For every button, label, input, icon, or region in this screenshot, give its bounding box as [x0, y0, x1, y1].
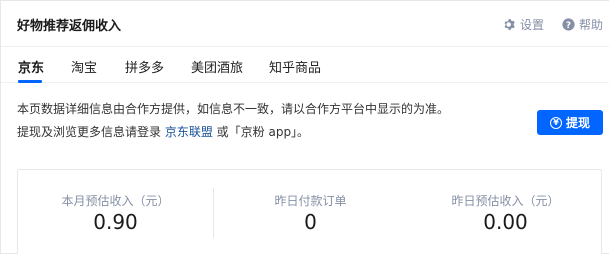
stat-label: 昨日预估收入（元） — [451, 194, 560, 208]
notice-suffix: 或「京粉 app」。 — [212, 125, 310, 139]
notice-line-2: 提现及浏览更多信息请登录 京东联盟 或「京粉 app」。 — [17, 123, 309, 140]
svg-text:?: ? — [566, 21, 571, 31]
tab-zhihu-goods[interactable]: 知乎商品 — [269, 57, 321, 76]
stat-value: 0.00 — [483, 210, 528, 234]
yen-circle-icon: ¥ — [549, 116, 562, 129]
tab-jd[interactable]: 京东 — [18, 57, 44, 76]
settings-link[interactable]: 设置 — [503, 16, 544, 33]
card-header: 好物推荐返佣收入 设置 ? 帮助 — [1, 1, 609, 47]
stat-value: 0.90 — [93, 210, 138, 234]
stat-label: 昨日付款订单 — [274, 194, 347, 208]
active-tab-indicator — [18, 80, 42, 83]
stat-monthly-income: 本月预估收入（元） 0.90 — [18, 170, 213, 254]
stat-label: 本月预估收入（元） — [61, 194, 170, 208]
stat-yesterday-orders: 昨日付款订单 0 — [213, 170, 408, 254]
jd-union-link[interactable]: 京东联盟 — [165, 125, 213, 139]
tab-meituan-hotel[interactable]: 美团酒旅 — [191, 57, 243, 76]
stat-yesterday-income: 昨日预估收入（元） 0.00 — [408, 170, 603, 254]
settings-label: 设置 — [520, 18, 545, 32]
gear-icon — [504, 19, 515, 30]
withdraw-label: 提现 — [565, 116, 590, 130]
platform-tabs: 京东 淘宝 拼多多 美团酒旅 知乎商品 — [1, 47, 609, 83]
tab-pinduoduo[interactable]: 拼多多 — [125, 57, 164, 76]
notice-prefix: 提现及浏览更多信息请登录 — [17, 125, 165, 139]
page-title: 好物推荐返佣收入 — [17, 19, 122, 34]
help-label: 帮助 — [579, 18, 604, 32]
income-card: 好物推荐返佣收入 设置 ? 帮助 京东 淘宝 拼多多 美团酒旅 知乎商品 本页数… — [0, 0, 609, 254]
tab-taobao[interactable]: 淘宝 — [71, 57, 97, 76]
stat-value: 0 — [304, 210, 317, 234]
stats-panel: 本月预估收入（元） 0.90 昨日付款订单 0 昨日预估收入（元） 0.00 — [17, 169, 602, 254]
question-circle-icon: ? — [562, 18, 575, 31]
help-link[interactable]: ? 帮助 — [562, 16, 603, 33]
notice-line-1: 本页数据详细信息由合作方提供，如信息不一致，请以合作方平台中显示的为准。 — [17, 102, 450, 116]
withdraw-button[interactable]: ¥ 提现 — [537, 110, 603, 135]
